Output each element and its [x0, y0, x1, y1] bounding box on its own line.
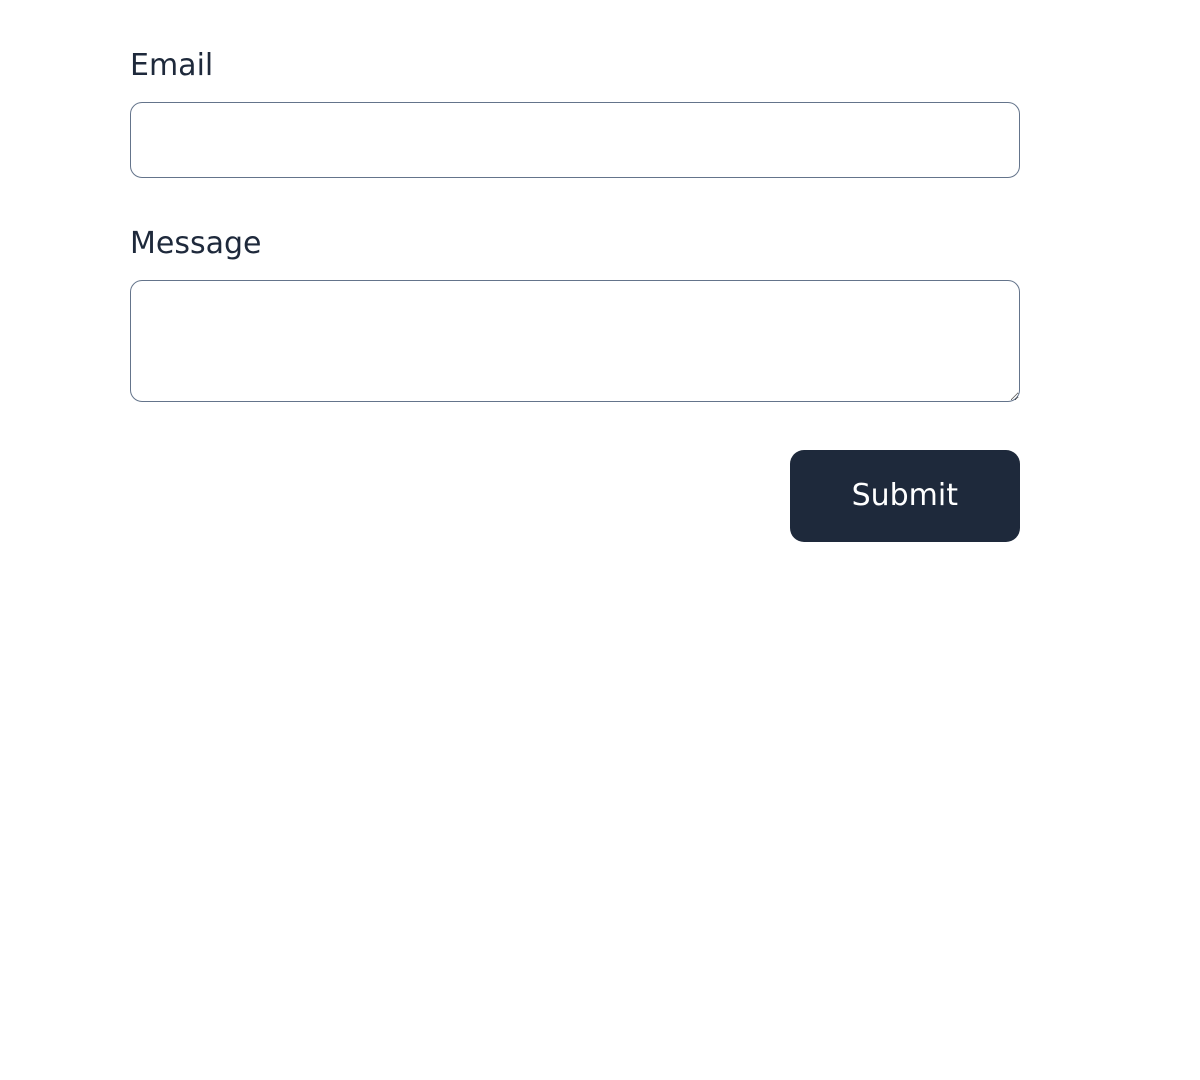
message-field-group: Message [130, 226, 1020, 402]
message-label: Message [130, 226, 1020, 262]
email-field-group: Email [130, 48, 1020, 178]
contact-form: Email Message Submit [130, 48, 1020, 542]
submit-button[interactable]: Submit [790, 450, 1020, 542]
email-input[interactable] [130, 102, 1020, 178]
button-row: Submit [130, 450, 1020, 542]
message-textarea[interactable] [130, 280, 1020, 402]
email-label: Email [130, 48, 1020, 84]
